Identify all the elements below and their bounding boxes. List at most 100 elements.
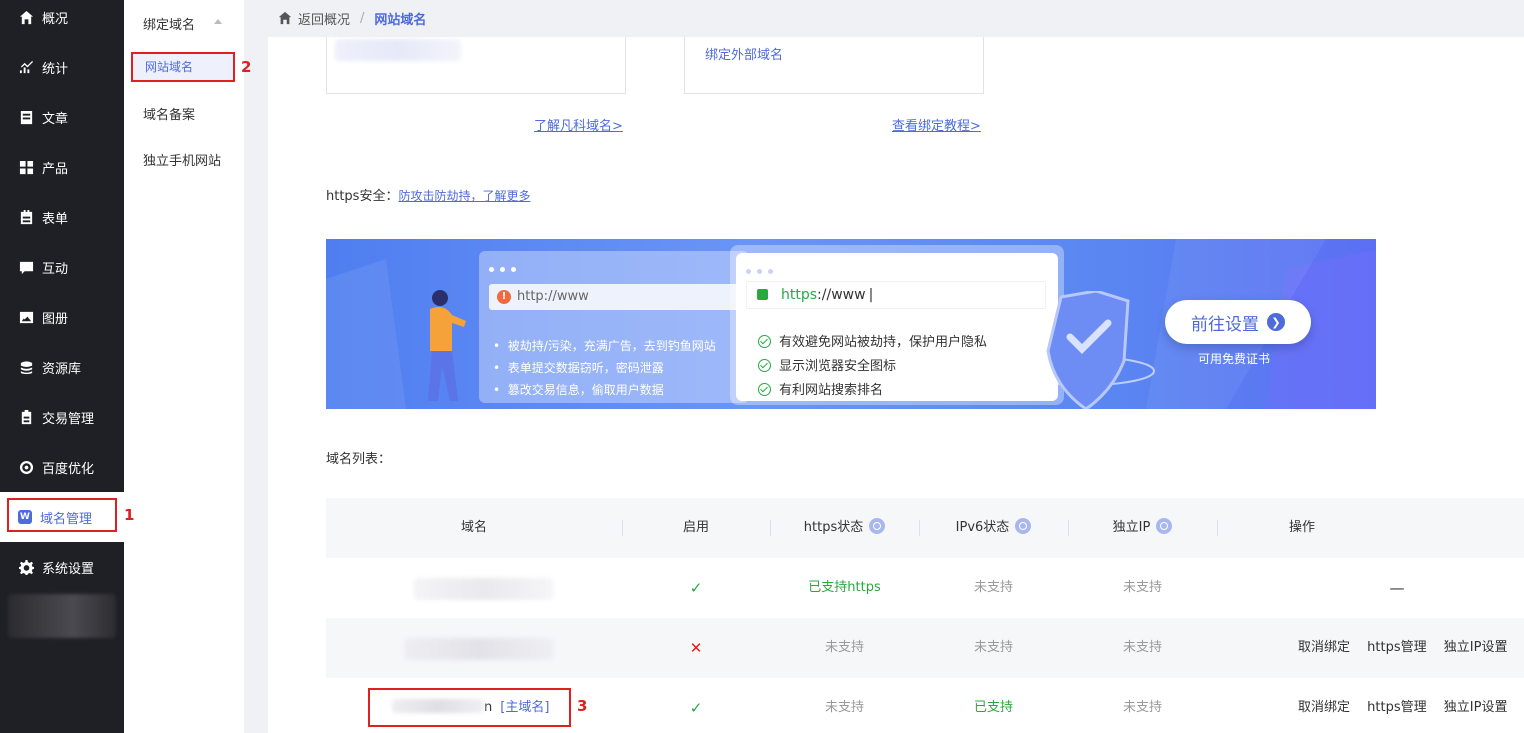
benefit-item: 有效避免网站被劫持，保护用户隐私 [779,335,988,350]
shield-icon [1017,291,1155,409]
nav-item-gallery[interactable]: 图册 [0,292,124,342]
blurred-domain [404,638,554,660]
ip-status: 未支持 [1122,700,1162,715]
blurred-domain [414,578,554,600]
ipv6-status: 未支持 [973,640,1013,655]
nav-item-label: 互动 [42,261,69,277]
risk-item: 篡改交易信息，偷取用户数据 [507,383,664,397]
domain-table-header: 域名 启用 https状态 IPv6状态 独立IP 操作 [326,498,1524,558]
risk-list: • 被劫持/污染，充满广告，去到钓鱼网站 • 表单提交数据窃听，密码泄露 • 篡… [493,339,716,397]
go-settings-label: 前往设置 [1191,314,1259,335]
arrow-right-icon: ❯ [1267,313,1285,331]
nav-item-label: 图册 [42,311,69,327]
domain-option-card-external[interactable]: 绑定外部域名 [684,37,984,94]
domain-option-card-fanke[interactable] [326,37,626,94]
chart-icon [18,59,34,75]
col-header-enabled: 启用 [682,520,709,535]
breadcrumb-current: 网站域名 [374,13,427,28]
nav-item-forms[interactable]: 表单 [0,192,124,242]
ipv6-status: 未支持 [973,580,1013,595]
bind-external-domain-text: 绑定外部域名 [705,48,784,63]
grid-icon [18,159,34,175]
free-cert-text: 可用免费证书 [1198,352,1271,366]
learn-fanke-domain-link[interactable]: 了解凡科域名> [534,115,623,134]
link-help-icon[interactable] [1156,518,1173,534]
benefit-item: 显示浏览器安全图标 [779,359,897,374]
row-actions: 取消绑定 https管理 独立IP设置 [1298,618,1520,678]
benefit-list: 有效避免网站被劫持，保护用户隐私 显示浏览器安全图标 有利网站搜索排名 [758,331,987,403]
chat-icon [18,259,34,275]
window-dots [746,263,779,278]
nav-item-baidu-seo[interactable]: 百度优化 [0,442,124,492]
home-icon [18,9,34,25]
nav-item-label: 统计 [42,61,69,77]
view-binding-tutorial-link[interactable]: 查看绑定教程> [892,115,981,134]
nav-item-stats[interactable]: 统计 [0,42,124,92]
nav-item-label: 域名管理 [40,511,93,527]
domain-cell: n [主域名] [392,678,549,733]
nav-item-trade[interactable]: 交易管理 [0,392,124,442]
target-icon [18,459,34,475]
account-avatar-blurred[interactable] [8,594,116,638]
https-manage-button[interactable]: https管理 [1367,700,1426,715]
go-settings-button[interactable]: 前往设置 ❯ [1165,300,1311,344]
annotation-label-2: 2 [241,58,252,76]
blurred-text [335,39,461,61]
nav-item-interaction[interactable]: 互动 [0,242,124,292]
nav-item-system-settings[interactable]: 系统设置 [0,542,124,592]
nav-item-domain-management[interactable]: W 域名管理 [0,492,124,542]
risk-item: 表单提交数据窃听，密码泄露 [507,361,664,375]
back-to-overview-link[interactable]: 返回概况 [298,9,350,28]
sub-nav-item-site-domain[interactable]: 网站域名 [132,53,234,81]
breadcrumb-separator: / [360,11,365,26]
gear-icon [18,559,34,575]
table-row: ✓ 已支持https 未支持 未支持 — [326,558,1524,618]
w-icon: W [18,510,32,524]
annotation-label-3: 3 [577,697,588,715]
nav-item-label: 资源库 [42,361,82,377]
dedicated-ip-settings-button[interactable]: 独立IP设置 [1444,640,1508,655]
secure-url-rest: ://www [817,287,866,303]
disabled-cross-icon: ✕ [689,639,703,657]
person-illustration [428,290,466,401]
https-status: 未支持 [824,700,864,715]
gallery-icon [18,309,34,325]
main-domain-tag: [主域名] [500,700,550,715]
secure-browser-window: https://www | 有效避免网站被劫持，保护用户隐私 显示浏览器安全图标 … [730,245,1064,405]
https-security-line: https安全：防攻击防劫持，了解更多 [326,185,530,204]
https-manage-button[interactable]: https管理 [1367,640,1426,655]
main-nav: 概况 统计 文章 产品 表单 互动 图册 资源库 交易管理 百度优化 W 域名管… [0,0,124,733]
nav-item-resources[interactable]: 资源库 [0,342,124,392]
https-status: 未支持 [824,640,864,655]
blurred-domain [392,699,484,713]
sub-nav: 绑定域名 网站域名 域名备案 独立手机网站 [124,0,244,733]
col-header-dedicated-ip: 独立IP [1068,498,1217,558]
sub-nav-group-bind-domain[interactable]: 绑定域名 [143,14,195,33]
unbind-button[interactable]: 取消绑定 [1298,700,1350,715]
article-icon [18,109,34,125]
nav-item-articles[interactable]: 文章 [0,92,124,142]
enabled-check-icon: ✓ [689,579,703,597]
breadcrumb: 返回概况 / 网站域名 [268,0,1524,37]
table-row: n [主域名] ✓ 未支持 已支持 未支持 取消绑定 https管理 独立IP设置 [326,678,1524,733]
link-help-icon[interactable] [869,518,886,534]
nav-item-overview[interactable]: 概况 [0,0,124,42]
sub-nav-item-mobile-site[interactable]: 独立手机网站 [143,150,221,169]
sub-nav-item-domain-filing[interactable]: 域名备案 [143,104,195,123]
nav-item-products[interactable]: 产品 [0,142,124,192]
ipv6-status: 已支持 [973,700,1013,715]
domain-suffix: n [484,700,493,715]
form-icon [18,209,34,225]
clipboard-icon [18,409,34,425]
unbind-button[interactable]: 取消绑定 [1298,640,1350,655]
enabled-check-icon: ✓ [689,699,703,717]
collapse-caret-icon[interactable] [214,19,222,24]
https-learn-more-link[interactable]: 防攻击防劫持，了解更多 [398,189,530,203]
row-actions: 取消绑定 https管理 独立IP设置 [1298,678,1520,733]
dedicated-ip-settings-button[interactable]: 独立IP设置 [1444,700,1508,715]
home-icon[interactable] [278,11,298,27]
link-help-icon[interactable] [1015,518,1032,534]
insecure-url-text: http://www [517,289,589,304]
lock-icon [757,289,768,300]
nav-item-label: 系统设置 [42,561,95,577]
